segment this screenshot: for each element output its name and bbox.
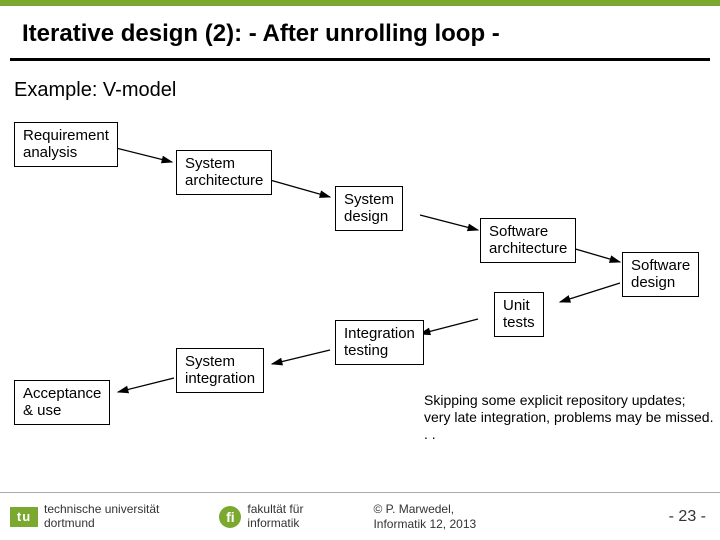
copyright: © P. Marwedel,Informatik 12, 2013 [373,502,476,531]
box-acceptance-use: Acceptance& use [14,380,110,425]
diagram-canvas: Requirementanalysis Systemarchitecture S… [0,102,720,442]
tu-text: technische universitätdortmund [44,503,159,529]
box-unit-tests: Unittests [494,292,544,337]
box-requirement-analysis: Requirementanalysis [14,122,118,167]
box-system-architecture: Systemarchitecture [176,150,272,195]
fi-mark-icon: fi [219,506,241,528]
fi-text: fakultät fürinformatik [247,503,303,529]
slide-subtitle: Example: V-model [0,61,720,102]
diagram-note: Skipping some explicit repository update… [424,392,720,442]
box-software-architecture: Softwarearchitecture [480,218,576,263]
box-software-design: Softwaredesign [622,252,699,297]
fi-logo: fi fakultät fürinformatik [219,503,303,529]
footer-bar: tu technische universitätdortmund fi fak… [0,492,720,540]
box-system-integration: Systemintegration [176,348,264,393]
box-integration-testing: Integrationtesting [335,320,424,365]
tu-logo: tu technische universitätdortmund [10,503,159,529]
box-system-design: Systemdesign [335,186,403,231]
slide-title: Iterative design (2): - After unrolling … [0,6,720,58]
tu-mark-icon: tu [10,507,38,527]
page-number: - 23 - [669,508,706,526]
